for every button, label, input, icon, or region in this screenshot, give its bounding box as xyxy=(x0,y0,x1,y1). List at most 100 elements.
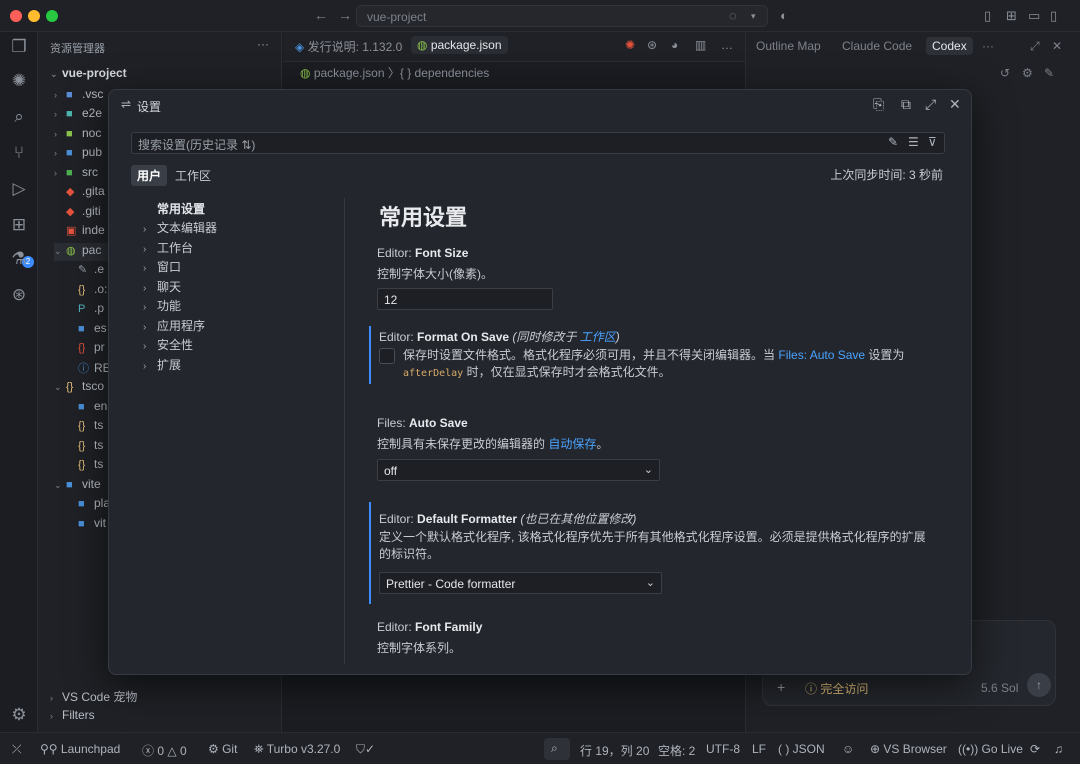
toc-item-chat[interactable]: › 聊天 xyxy=(143,278,181,296)
indentation[interactable]: 空格: 2 xyxy=(658,742,695,759)
open-json-icon[interactable]: ⎘ xyxy=(873,96,884,113)
ai-spark-icon[interactable]: ✺ xyxy=(8,70,30,92)
settings-gear-icon[interactable]: ⚙ xyxy=(8,704,30,726)
minimize-window-button[interactable] xyxy=(28,10,40,22)
default-formatter-select[interactable]: Prettier - Code formatter ⌄ xyxy=(379,572,662,594)
auto-save-link[interactable]: Files: Auto Save xyxy=(778,348,865,362)
launchpad-item[interactable]: ⚲⚲ Launchpad xyxy=(40,742,120,756)
arrow-right-icon[interactable]: → xyxy=(338,7,352,23)
openai-icon[interactable]: ⊛ xyxy=(647,38,657,52)
turbo-item[interactable]: ⛯ Turbo v3.27.0 xyxy=(254,742,340,757)
tree-item[interactable]: ⌄{} tsco xyxy=(54,379,104,397)
zoom-item[interactable]: ⌕ xyxy=(544,738,570,760)
more-actions-icon[interactable]: ··· xyxy=(257,37,269,51)
explorer-section-filters[interactable]: › Filters xyxy=(50,708,95,722)
remote-icon[interactable]: ⤫ xyxy=(12,742,22,757)
close-window-button[interactable] xyxy=(10,10,22,22)
golive-item[interactable]: ((•)) Go Live xyxy=(958,742,1023,756)
history-icon[interactable]: ↺ xyxy=(1000,66,1010,80)
extensions-icon[interactable]: ⊞ xyxy=(8,214,30,236)
tab-claude-code[interactable]: Claude Code xyxy=(842,39,912,53)
maximize-icon[interactable]: ⤢ xyxy=(1030,39,1040,54)
workspace-link[interactable]: 工作区 xyxy=(580,330,616,344)
tree-item[interactable]: ◆ .giti xyxy=(66,204,101,222)
access-mode[interactable]: ⓘ 完全访问 xyxy=(805,680,868,697)
tree-item[interactable]: ■ vit xyxy=(78,516,106,534)
pop-out-icon[interactable]: ⧉ xyxy=(901,96,911,113)
tab-package-json[interactable]: ◍ package.json xyxy=(411,36,508,54)
close-icon[interactable]: ✕ xyxy=(1052,39,1062,53)
clear-filter-icon[interactable]: ☰ xyxy=(908,135,919,149)
language-mode[interactable]: ( ) JSON xyxy=(778,742,825,756)
tree-item[interactable]: ■ es xyxy=(78,321,107,339)
more-actions-icon[interactable]: … xyxy=(721,38,733,52)
tree-item[interactable]: P .p xyxy=(78,301,104,319)
tree-item[interactable]: {} ts xyxy=(78,438,103,456)
toc-item-extensions[interactable]: › 扩展 xyxy=(143,356,181,374)
plus-icon[interactable]: + xyxy=(777,679,785,695)
auto-save-link[interactable]: 自动保存 xyxy=(548,437,596,451)
toc-item-workbench[interactable]: › 工作台 xyxy=(143,239,193,257)
auto-save-select[interactable]: off ⌄ xyxy=(377,459,660,481)
tree-item[interactable]: ⌄ ■ vite xyxy=(54,477,101,495)
tree-item[interactable]: ■ pla xyxy=(78,496,110,514)
copilot-icon[interactable]: ◐ xyxy=(780,8,788,24)
tab-outline-map[interactable]: Outline Map xyxy=(756,39,821,53)
tree-item[interactable]: › ■ src xyxy=(54,165,98,183)
tree-item[interactable]: ▣ inde xyxy=(66,223,105,241)
more-actions-icon[interactable]: ··· xyxy=(982,39,994,53)
tree-item[interactable]: › ■ .vsc xyxy=(54,87,103,105)
close-icon[interactable]: ✕ xyxy=(949,96,961,113)
toc-item-window[interactable]: › 窗口 xyxy=(143,258,181,276)
color-icon[interactable]: ◕ xyxy=(671,38,678,52)
toggle-panel-icon[interactable]: ▭ xyxy=(1028,8,1040,24)
tree-item[interactable]: ■ en xyxy=(78,399,107,417)
copilot-icon[interactable]: ☺ xyxy=(842,742,854,756)
tab-release-notes[interactable]: ◈ 发行说明: 1.132.0 xyxy=(295,38,402,55)
git-graph-icon[interactable]: ⊛ xyxy=(8,284,30,306)
send-icon[interactable]: ↑ xyxy=(1027,673,1051,697)
breadcrumb-text[interactable]: package.json 〉{ } dependencies xyxy=(314,66,489,80)
format-on-save-checkbox[interactable] xyxy=(379,348,395,364)
source-control-icon[interactable]: ⑂ xyxy=(8,142,30,164)
edit-icon[interactable]: ✎ xyxy=(1044,66,1054,80)
sparkle-icon[interactable]: ✎ xyxy=(888,135,898,149)
cursor-position[interactable]: 行 19，列 20 xyxy=(580,742,649,759)
end-of-line[interactable]: LF xyxy=(752,742,766,756)
tree-item[interactable]: {} pr xyxy=(78,340,105,358)
tree-item[interactable]: ◆ .gita xyxy=(66,184,105,202)
font-size-input[interactable]: 12 xyxy=(377,288,553,310)
maximize-icon[interactable]: ⤢ xyxy=(925,96,936,113)
problems-item[interactable]: ⓧ 0 △ 0 xyxy=(142,742,187,759)
chevron-down-icon[interactable]: ▾ xyxy=(751,8,756,24)
settings-search-input[interactable]: 搜索设置(历史记录 ⇅) ✎ ☰ ⊽ xyxy=(131,132,945,154)
toc-item-text-editor[interactable]: › 文本编辑器 xyxy=(143,219,217,237)
tree-item[interactable]: ✎ .e xyxy=(78,262,104,280)
tree-item[interactable]: {} ts xyxy=(78,457,103,475)
tab-workspace[interactable]: 工作区 xyxy=(169,165,217,186)
gear-icon[interactable]: ⚙ xyxy=(1022,66,1033,80)
encoding[interactable]: UTF-8 xyxy=(706,742,740,756)
testing-icon[interactable]: ⚗ xyxy=(8,248,30,270)
tab-codex[interactable]: Codex xyxy=(926,37,973,55)
spark-icon[interactable]: ✺ xyxy=(625,38,635,52)
tree-item[interactable]: › ■ pub xyxy=(54,145,102,163)
layout-icon[interactable]: ⊞ xyxy=(1006,8,1017,24)
explorer-root-folder[interactable]: ⌄ vue-project xyxy=(50,66,127,80)
toc-item-security[interactable]: › 安全性 xyxy=(143,336,193,354)
toggle-sidebar-icon[interactable]: ▯ xyxy=(984,8,991,24)
browser-item[interactable]: ⊕ VS Browser xyxy=(870,742,947,756)
tree-item[interactable]: {} .o: xyxy=(78,282,107,300)
search-icon[interactable]: ⌕ xyxy=(8,106,30,128)
explorer-section-pets[interactable]: › VS Code 宠物 xyxy=(50,688,137,705)
toc-item-features[interactable]: › 功能 xyxy=(143,297,181,315)
arrow-left-icon[interactable]: ← xyxy=(314,7,328,23)
chat-icon[interactable]: ◌ xyxy=(729,8,737,24)
filter-icon[interactable]: ⊽ xyxy=(928,135,937,149)
shield-check-icon[interactable]: ⛉✓ xyxy=(356,742,375,757)
git-item[interactable]: ⚙ Git xyxy=(208,742,237,756)
model-label[interactable]: 5.6 Sol xyxy=(981,681,1018,695)
split-editor-icon[interactable]: ▥ xyxy=(695,38,706,52)
tab-user[interactable]: 用户 xyxy=(131,165,168,186)
tree-item[interactable]: › ■ noc xyxy=(54,126,101,144)
